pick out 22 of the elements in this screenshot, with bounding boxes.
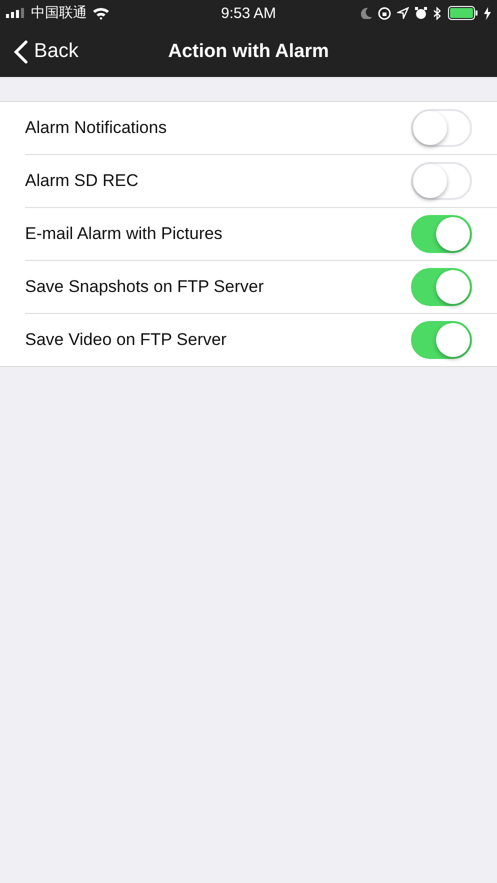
toggle-switch[interactable] [411,215,472,253]
chevron-left-icon [14,40,28,64]
setting-label: E-mail Alarm with Pictures [25,224,224,244]
moon-icon [361,7,372,19]
battery-icon [448,6,478,20]
setting-label: Save Snapshots on FTP Server [25,277,265,297]
signal-icon [6,8,26,18]
carrier-name: 中国联通 [31,4,87,22]
alarm-icon [415,6,428,20]
charging-icon [484,6,492,20]
bluetooth-icon [433,6,442,20]
wifi-icon [92,6,110,20]
back-button[interactable]: Back [14,40,78,64]
location-icon [397,7,410,19]
toggle-switch[interactable] [411,321,472,359]
setting-label: Save Video on FTP Server [25,330,228,350]
toggle-switch[interactable] [411,268,472,306]
status-time: 9:53 AM [220,4,276,22]
setting-label: Alarm Notifications [25,118,168,138]
screen-title: Action with Alarm [168,40,329,62]
rotation-lock-icon [378,6,392,20]
setting-label: Alarm SD REC [25,171,140,191]
